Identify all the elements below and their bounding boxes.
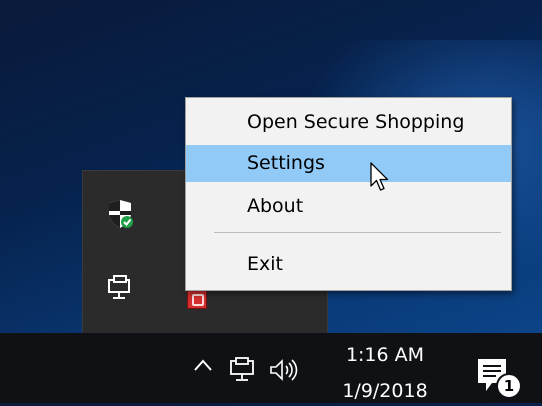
chevron-up-icon[interactable] xyxy=(192,355,214,377)
network-icon[interactable] xyxy=(230,357,260,383)
menu-item-settings[interactable]: Settings xyxy=(186,145,511,182)
notification-count-badge: 1 xyxy=(496,373,522,399)
mouse-cursor-icon xyxy=(370,162,389,191)
clock-time: 1:16 AM xyxy=(345,344,425,366)
network-monitor-icon[interactable] xyxy=(107,275,133,301)
menu-item-exit[interactable]: Exit xyxy=(186,246,511,283)
context-menu: Open Secure Shopping Settings About Exit xyxy=(185,97,512,291)
clock-date: 1/9/2018 xyxy=(342,380,428,402)
shield-check-icon[interactable] xyxy=(107,199,133,229)
menu-item-open-secure-shopping[interactable]: Open Secure Shopping xyxy=(186,104,511,141)
red-app-icon[interactable] xyxy=(187,289,207,309)
menu-item-about[interactable]: About xyxy=(186,188,511,225)
taskbar-clock[interactable]: 1:16 AM 1/9/2018 xyxy=(330,341,440,406)
menu-separator xyxy=(214,232,501,233)
volume-icon[interactable] xyxy=(268,358,302,382)
